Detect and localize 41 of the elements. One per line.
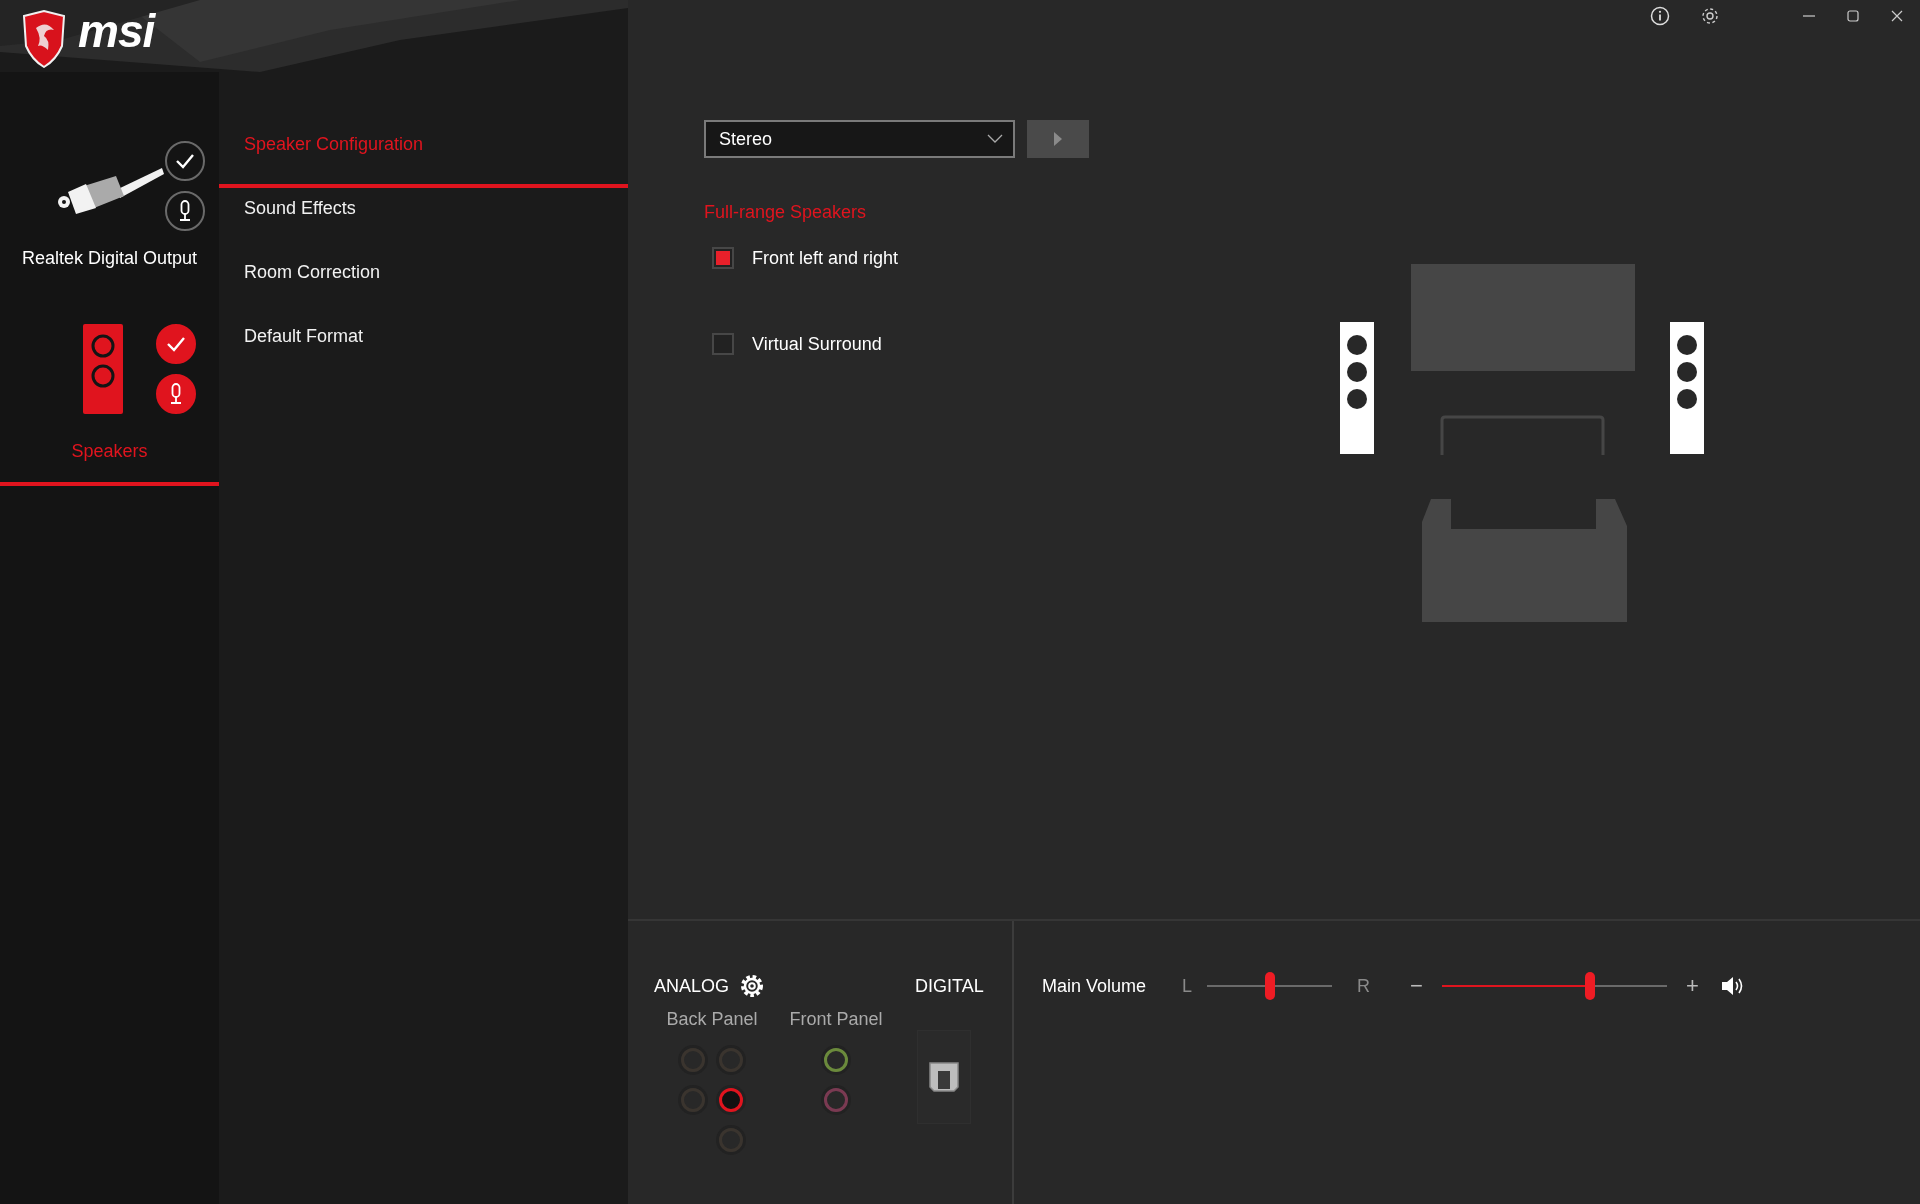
microphone-icon bbox=[163, 190, 206, 232]
device-tab[interactable]: Realtek Digital Output bbox=[0, 134, 219, 289]
optical-port-icon bbox=[928, 1061, 960, 1093]
brand-logo: msi bbox=[78, 8, 155, 54]
nav-tab[interactable]: Room Correction bbox=[219, 252, 628, 316]
audio-jack[interactable] bbox=[824, 1048, 848, 1072]
slider-thumb[interactable] bbox=[1585, 972, 1596, 1000]
nav-tab[interactable]: Default Format bbox=[219, 316, 628, 380]
volume-up-button[interactable]: + bbox=[1685, 973, 1699, 999]
volume-label: Main Volume bbox=[1042, 975, 1147, 997]
digital-title: DIGITAL bbox=[915, 975, 984, 997]
section-label: Full-range Speakers bbox=[704, 202, 868, 223]
checkbox-label: Virtual Surround bbox=[752, 333, 882, 355]
panel-label: Back Panel bbox=[666, 1009, 758, 1030]
nav-tab[interactable]: Sound Effects bbox=[219, 188, 628, 252]
checkbox[interactable] bbox=[712, 247, 734, 269]
maximize-icon[interactable] bbox=[1846, 9, 1860, 23]
audio-jack[interactable] bbox=[824, 1088, 848, 1112]
settings-icon[interactable] bbox=[1700, 6, 1720, 26]
info-icon[interactable] bbox=[1650, 6, 1670, 26]
balance-right-label: R bbox=[1357, 975, 1371, 997]
speaker-icon bbox=[82, 324, 123, 414]
mode-dropdown[interactable]: Stereo bbox=[704, 120, 1015, 158]
chevron-down-icon bbox=[987, 134, 1003, 144]
checkbox-label: Front left and right bbox=[752, 247, 899, 269]
check-icon bbox=[154, 323, 197, 365]
balance-left-label: L bbox=[1182, 975, 1193, 997]
checkbox[interactable] bbox=[712, 333, 734, 355]
slider-thumb[interactable] bbox=[1264, 972, 1275, 1000]
microphone-icon bbox=[154, 373, 197, 415]
settings-icon[interactable] bbox=[739, 973, 766, 999]
dragon-shield-icon bbox=[20, 10, 68, 68]
volume-down-button[interactable]: − bbox=[1410, 973, 1423, 999]
audio-jack[interactable] bbox=[719, 1088, 743, 1112]
analog-title: ANALOG bbox=[654, 975, 730, 997]
play-button[interactable] bbox=[1027, 120, 1089, 158]
check-icon bbox=[163, 140, 206, 182]
play-icon bbox=[1053, 131, 1063, 147]
device-tab[interactable]: Speakers bbox=[0, 317, 219, 486]
close-icon[interactable] bbox=[1890, 9, 1904, 23]
panel-label: Front Panel bbox=[789, 1009, 883, 1030]
